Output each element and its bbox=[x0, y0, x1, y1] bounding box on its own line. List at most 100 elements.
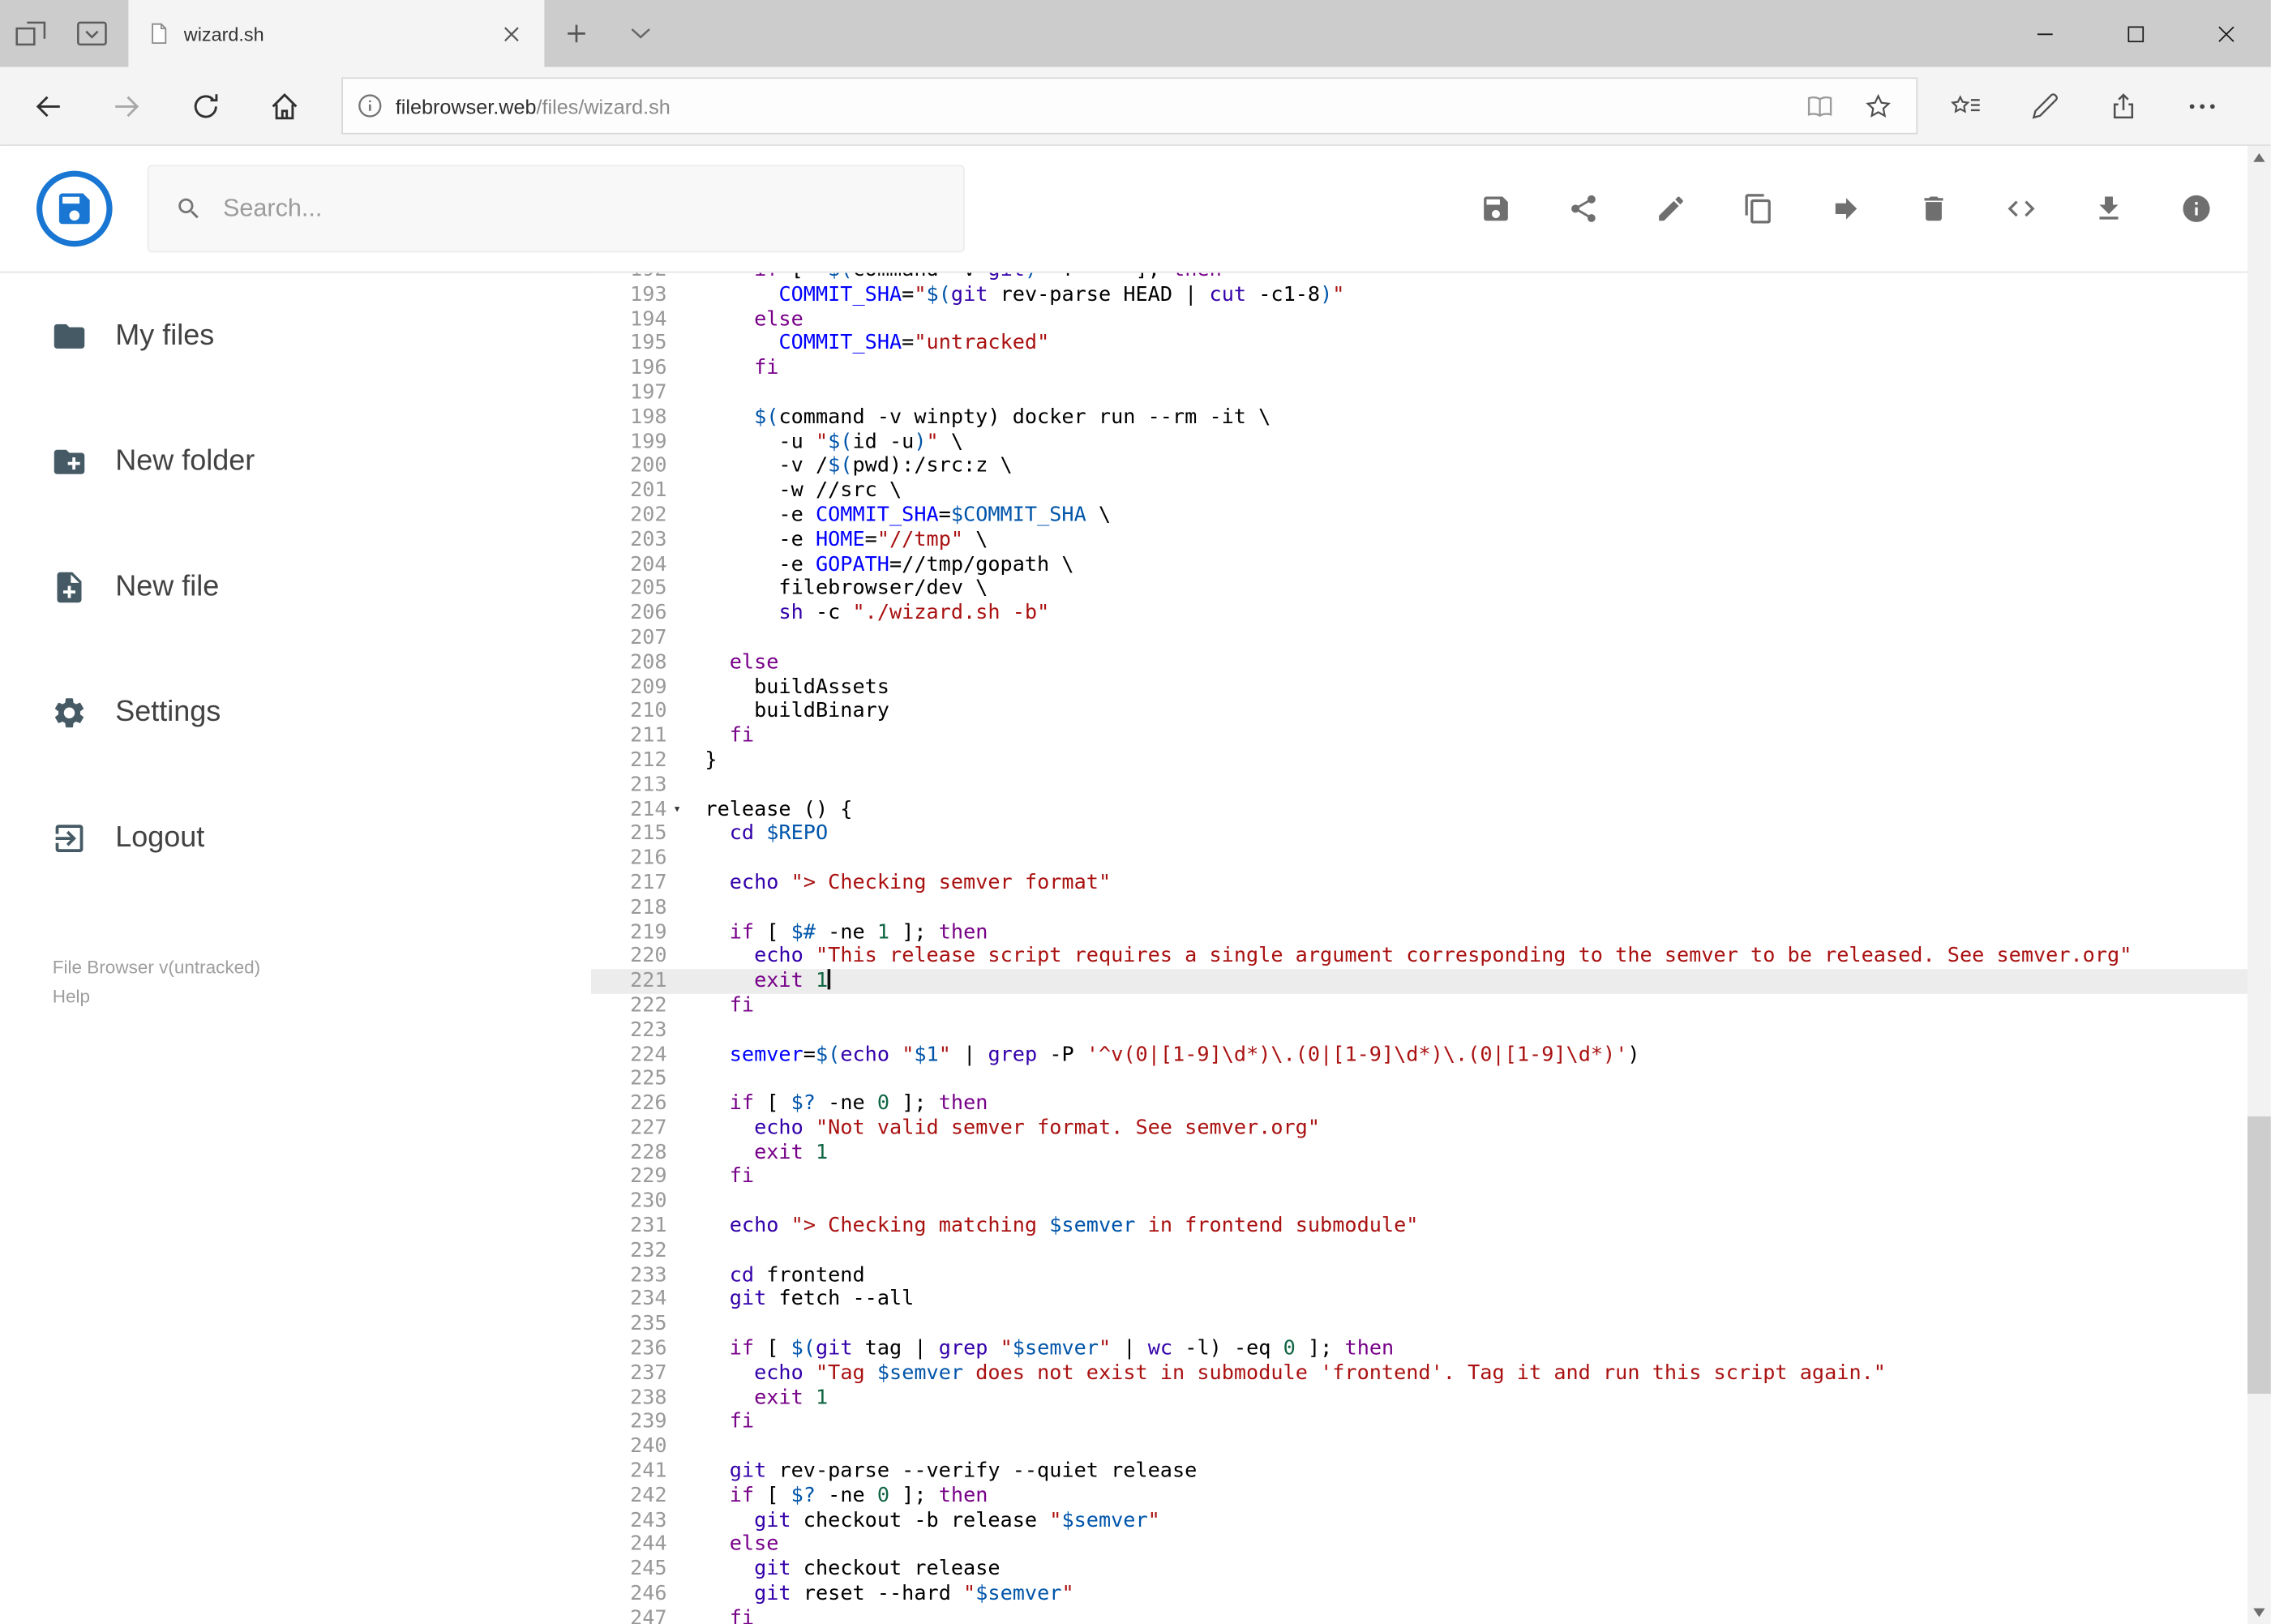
search-input[interactable] bbox=[222, 194, 937, 224]
sidebar-item-logout[interactable]: Logout bbox=[0, 775, 591, 901]
scroll-down-icon[interactable] bbox=[2247, 1601, 2271, 1624]
code-line[interactable]: 237 echo "Tag $semver does not exist in … bbox=[591, 1361, 2271, 1386]
code-line[interactable]: 212} bbox=[591, 748, 2271, 773]
code-line[interactable]: 224 semver=$(echo "$1" | grep -P '^v(0|[… bbox=[591, 1043, 2271, 1067]
code-line[interactable]: 202 -e COMMIT_SHA=$COMMIT_SHA \ bbox=[591, 503, 2271, 528]
browser-tab[interactable]: wizard.sh bbox=[128, 0, 545, 67]
move-icon[interactable] bbox=[1830, 193, 1862, 225]
code-line[interactable]: 193 COMMIT_SHA="$(git rev-parse HEAD | c… bbox=[591, 283, 2271, 307]
download-icon[interactable] bbox=[2093, 193, 2125, 225]
more-icon[interactable] bbox=[2163, 66, 2242, 145]
page-scrollbar[interactable] bbox=[2247, 146, 2271, 1624]
code-line[interactable]: 228 exit 1 bbox=[591, 1141, 2271, 1165]
close-icon[interactable] bbox=[2180, 0, 2271, 67]
sidebar-item-new-file[interactable]: New file bbox=[0, 524, 591, 649]
code-line[interactable]: 235 bbox=[591, 1313, 2271, 1337]
code-line[interactable]: 192 if [ "$(command -v git)" != "" ]; th… bbox=[591, 273, 2271, 283]
forward-icon[interactable] bbox=[88, 66, 166, 145]
code-line[interactable]: 207 bbox=[591, 626, 2271, 650]
code-line[interactable]: 234 git fetch --all bbox=[591, 1288, 2271, 1312]
share-icon[interactable] bbox=[2084, 66, 2162, 145]
code-line[interactable]: 205 filebrowser/dev \ bbox=[591, 577, 2271, 602]
tab-preview-icon[interactable] bbox=[62, 0, 123, 67]
code-line[interactable]: 238 exit 1 bbox=[591, 1386, 2271, 1410]
favorite-star-icon[interactable] bbox=[1849, 78, 1908, 133]
code-line[interactable]: 203 -e HOME="//tmp" \ bbox=[591, 528, 2271, 552]
maximize-icon[interactable] bbox=[2090, 0, 2181, 67]
code-editor[interactable]: 192 if [ "$(command -v git)" != "" ]; th… bbox=[591, 272, 2271, 1624]
reading-view-icon[interactable] bbox=[1791, 78, 1849, 133]
search-box[interactable] bbox=[147, 165, 965, 253]
code-line[interactable]: 243 git checkout -b release "$semver" bbox=[591, 1509, 2271, 1533]
save-icon[interactable] bbox=[1480, 193, 1512, 225]
code-line[interactable]: 240 bbox=[591, 1435, 2271, 1459]
code-line[interactable]: 200 -v /$(pwd):/src:z \ bbox=[591, 454, 2271, 478]
code-line[interactable]: 232 bbox=[591, 1239, 2271, 1263]
ink-icon[interactable] bbox=[2005, 66, 2084, 145]
code-line[interactable]: 239 fi bbox=[591, 1411, 2271, 1435]
code-line[interactable]: 231 echo "> Checking matching $semver in… bbox=[591, 1215, 2271, 1239]
sidebar-item-my-files[interactable]: My files bbox=[0, 273, 591, 399]
code-line[interactable]: 221 exit 1 bbox=[591, 969, 2271, 994]
code-line[interactable]: 196 fi bbox=[591, 357, 2271, 381]
code-line[interactable]: 206 sh -c "./wizard.sh -b" bbox=[591, 602, 2271, 626]
code-line[interactable]: 230 bbox=[591, 1190, 2271, 1215]
new-tab-icon[interactable] bbox=[544, 0, 608, 67]
minimize-icon[interactable] bbox=[1999, 0, 2090, 67]
code-line[interactable]: 211 fi bbox=[591, 724, 2271, 748]
tab-chevron-icon[interactable] bbox=[609, 0, 673, 67]
filebrowser-logo[interactable] bbox=[36, 170, 113, 247]
sidebar-item-settings[interactable]: Settings bbox=[0, 649, 591, 775]
code-line[interactable]: 227 echo "Not valid semver format. See s… bbox=[591, 1116, 2271, 1141]
code-line[interactable]: 208 else bbox=[591, 650, 2271, 675]
code-line[interactable]: 201 -w //src \ bbox=[591, 479, 2271, 503]
code-line[interactable]: 226 if [ $? -ne 0 ]; then bbox=[591, 1092, 2271, 1116]
back-icon[interactable] bbox=[9, 66, 88, 145]
tab-close-icon[interactable] bbox=[492, 15, 530, 53]
code-line[interactable]: 210 buildBinary bbox=[591, 700, 2271, 724]
fold-arrow-icon[interactable]: ▾ bbox=[667, 798, 688, 822]
code-line[interactable]: 215 cd $REPO bbox=[591, 822, 2271, 846]
code-line[interactable]: 247 fi bbox=[591, 1606, 2271, 1624]
code-line[interactable]: 244 else bbox=[591, 1533, 2271, 1558]
refresh-icon[interactable] bbox=[166, 66, 245, 145]
code-line[interactable]: 223 bbox=[591, 1018, 2271, 1043]
code-line[interactable]: 219 if [ $# -ne 1 ]; then bbox=[591, 920, 2271, 945]
code-line[interactable]: 198 $(command -v winpty) docker run --rm… bbox=[591, 405, 2271, 430]
code-line[interactable]: 225 bbox=[591, 1067, 2271, 1091]
code-line[interactable]: 233 cd frontend bbox=[591, 1263, 2271, 1288]
copy-icon[interactable] bbox=[1742, 193, 1775, 225]
code-line[interactable]: 214 ▾ release () { bbox=[591, 798, 2271, 822]
tabs-aside-icon[interactable] bbox=[0, 0, 62, 67]
home-icon[interactable] bbox=[245, 66, 324, 145]
edit-icon[interactable] bbox=[1655, 193, 1687, 225]
code-line[interactable]: 222 fi bbox=[591, 994, 2271, 1018]
share-file-icon[interactable] bbox=[1567, 193, 1600, 225]
scroll-up-icon[interactable] bbox=[2247, 146, 2271, 169]
code-line[interactable]: 242 if [ $? -ne 0 ]; then bbox=[591, 1484, 2271, 1508]
scrollbar-thumb[interactable] bbox=[2247, 1116, 2271, 1394]
code-line[interactable]: 229 fi bbox=[591, 1165, 2271, 1189]
code-line[interactable]: 245 git checkout release bbox=[591, 1558, 2271, 1582]
code-line[interactable]: 220 echo "This release script requires a… bbox=[591, 945, 2271, 969]
site-info-icon[interactable] bbox=[358, 93, 383, 118]
code-line[interactable]: 218 bbox=[591, 896, 2271, 920]
hub-icon[interactable] bbox=[1926, 66, 2005, 145]
url-text[interactable]: filebrowser.web/files/wizard.sh bbox=[396, 94, 1791, 118]
info-icon[interactable] bbox=[2180, 193, 2213, 225]
code-line[interactable]: 213 bbox=[591, 773, 2271, 798]
code-line[interactable]: 216 bbox=[591, 846, 2271, 871]
sidebar-item-new-folder[interactable]: New folder bbox=[0, 398, 591, 524]
code-line[interactable]: 246 git reset --hard "$semver" bbox=[591, 1582, 2271, 1606]
help-link[interactable]: Help bbox=[53, 982, 591, 1011]
address-bar[interactable]: filebrowser.web/files/wizard.sh bbox=[341, 77, 1918, 135]
code-line[interactable]: 241 git rev-parse --verify --quiet relea… bbox=[591, 1459, 2271, 1484]
code-line[interactable]: 194 else bbox=[591, 307, 2271, 332]
delete-icon[interactable] bbox=[1917, 193, 1950, 225]
code-line[interactable]: 209 buildAssets bbox=[591, 675, 2271, 700]
code-line[interactable]: 199 -u "$(id -u)" \ bbox=[591, 430, 2271, 454]
code-line[interactable]: 217 echo "> Checking semver format" bbox=[591, 871, 2271, 895]
code-line[interactable]: 204 -e GOPATH=//tmp/gopath \ bbox=[591, 552, 2271, 576]
code-line[interactable]: 197 bbox=[591, 381, 2271, 405]
code-view-icon[interactable] bbox=[2005, 193, 2037, 225]
